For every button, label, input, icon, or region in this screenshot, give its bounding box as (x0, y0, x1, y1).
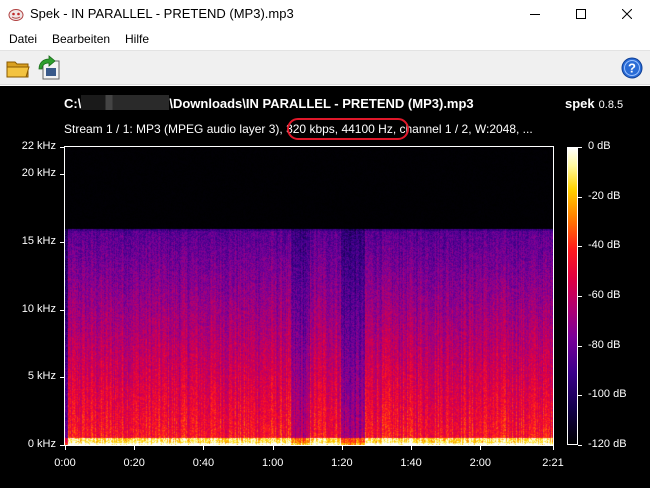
menu-datei[interactable]: Datei (9, 32, 37, 46)
spectrogram-plot (65, 147, 553, 445)
minimize-button[interactable] (512, 0, 558, 28)
db-tick (578, 345, 582, 347)
frequency-tick-label: 5 kHz (27, 370, 56, 383)
save-image-button[interactable] (35, 55, 63, 81)
db-tick-label: -40 dB (588, 239, 621, 252)
time-tick-label: 2:21 (542, 457, 564, 469)
redacted-path-segment (81, 95, 170, 110)
db-tick-label: -100 dB (588, 388, 627, 401)
maximize-icon (576, 9, 586, 19)
svg-text:?: ? (628, 61, 636, 76)
db-tick (578, 296, 582, 297)
db-tick-label: -80 dB (588, 338, 621, 351)
time-tick (203, 446, 205, 450)
time-tick-label: 0:20 (123, 457, 145, 469)
time-tick (134, 446, 136, 450)
save-image-icon (38, 55, 60, 80)
time-tick (341, 446, 343, 450)
db-tick (578, 147, 582, 148)
time-tick-label: 1:20 (331, 457, 353, 469)
frequency-tick (60, 147, 64, 148)
file-path: C:\ \Downloads\IN PARALLEL - PRETEND (MP3… (64, 95, 474, 111)
time-tick (480, 446, 482, 450)
close-icon (622, 9, 632, 19)
db-color-scale (567, 147, 578, 445)
spectrogram-panel: C:\ \Downloads\IN PARALLEL - PRETEND (MP3… (0, 86, 650, 488)
spek-app-icon (8, 9, 24, 21)
db-tick (578, 395, 582, 397)
toolbar: ? (0, 50, 650, 85)
frequency-tick-label: 20 kHz (21, 167, 56, 180)
app-brand: spek 0.8.5 (565, 96, 624, 111)
minimize-icon (530, 14, 540, 15)
menu-bar: Datei Bearbeiten Hilfe (0, 29, 650, 49)
frequency-tick (60, 241, 64, 243)
frequency-tick (60, 309, 64, 311)
window-title: Spek - IN PARALLEL - PRETEND (MP3).mp3 (30, 6, 294, 21)
time-tick (272, 446, 274, 450)
close-button[interactable] (604, 0, 650, 28)
time-tick (65, 446, 66, 450)
time-tick-label: 1:40 (400, 457, 422, 469)
frequency-tick-label: 22 kHz (21, 140, 56, 152)
time-tick-label: 0:40 (192, 457, 215, 469)
time-tick (411, 446, 413, 450)
frequency-tick-label: 10 kHz (21, 302, 56, 315)
time-tick (553, 446, 554, 450)
db-tick-label: -20 dB (588, 189, 621, 202)
menu-bearbeiten[interactable]: Bearbeiten (52, 32, 110, 46)
time-tick-label: 1:00 (261, 457, 284, 469)
db-tick-label: -60 dB (588, 289, 621, 301)
frequency-tick-label: 15 kHz (21, 234, 56, 247)
frequency-tick-label: 0 kHz (27, 438, 56, 450)
time-tick-label: 0:00 (54, 457, 76, 469)
title-bar: Spek - IN PARALLEL - PRETEND (MP3).mp3 (0, 0, 650, 28)
frequency-tick (60, 445, 64, 446)
menu-hilfe[interactable]: Hilfe (125, 32, 149, 46)
frequency-tick (60, 377, 64, 379)
db-tick (578, 445, 582, 446)
db-tick (578, 196, 582, 198)
folder-open-icon (6, 61, 30, 78)
db-tick (578, 246, 582, 248)
time-tick-label: 2:00 (469, 457, 492, 469)
bitrate-highlight-ring (287, 118, 409, 140)
help-button[interactable]: ? (621, 57, 643, 79)
maximize-button[interactable] (558, 0, 604, 28)
help-icon: ? (621, 57, 643, 79)
db-tick-label: -120 dB (588, 438, 627, 450)
open-file-button[interactable] (4, 55, 32, 81)
frequency-tick (60, 174, 64, 176)
db-tick-label: 0 dB (588, 140, 611, 152)
